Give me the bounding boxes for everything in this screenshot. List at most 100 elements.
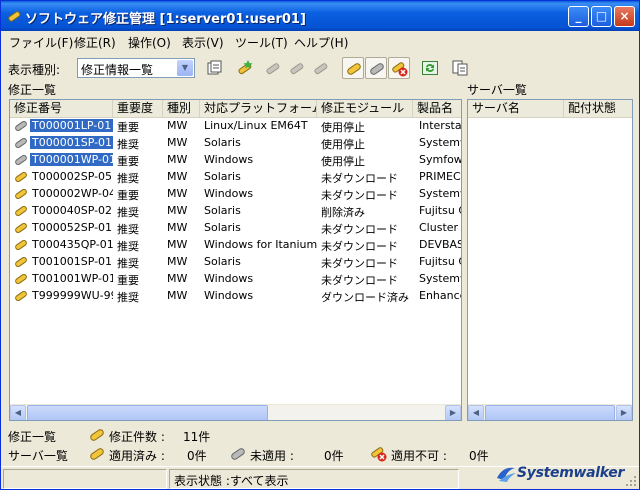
chevron-down-icon[interactable]: ▼ [177,60,193,76]
cell-patch-id: T000001LP-01 [30,119,113,132]
column-platform[interactable]: 対応プラットフォーム [200,100,317,118]
display-state-text: 表示状態 :すべて表示 [174,474,289,488]
column-importance[interactable]: 重要度 [113,100,163,118]
scroll-thumb[interactable] [27,405,268,420]
scroll-right-icon[interactable]: ▶ [616,405,632,420]
apply-patch-tool-button[interactable] [262,57,284,79]
column-server-name[interactable]: サーバ名 [468,100,564,118]
resize-grip-icon[interactable] [625,475,637,487]
column-distribution-status[interactable]: 配付状態 [564,100,632,118]
cell-importance: 重要 [117,189,139,202]
cell-importance: 推奨 [117,240,139,253]
cell-type: MW [167,238,188,251]
table-row[interactable]: T000052SP-01 推奨 MW Solaris 未ダウンロード Cluster [10,220,461,237]
maximize-button[interactable]: □ [591,6,612,27]
yellow-patch-icon [15,188,27,200]
column-module[interactable]: 修正モジュール [317,100,413,118]
add-patch-tool-button[interactable] [234,57,256,79]
cell-product: Systemwalker [419,187,461,200]
status-panel-display-state: 表示状態 :すべて表示 [169,469,459,489]
table-row[interactable]: T000001SP-01 推奨 MW Solaris 使用停止 Systemwalker [10,135,461,152]
gray-patch-icon [15,120,27,132]
scroll-left-icon[interactable]: ◀ [468,405,484,420]
filter-notapplicable-toggle[interactable] [388,57,410,79]
column-type[interactable]: 種別 [163,100,200,118]
cell-patch-id: T000040SP-02 [32,204,113,217]
cell-product: Fujitsu C [419,255,462,268]
table-row[interactable]: T001001SP-01 推奨 MW Solaris 未ダウンロード Fujitsu C [10,254,462,271]
table-row[interactable]: T000002SP-05 推奨 MW Solaris 未ダウンロード PRIMECLUST… [10,169,461,186]
cell-module: 使用停止 [321,138,365,151]
logo-text: Systemwalker [517,465,625,481]
properties-icon [207,60,222,75]
cell-product: Cluster [419,221,459,234]
menu-view[interactable]: 表示(V) [182,34,224,51]
filter-applied-toggle[interactable] [342,57,364,79]
filter-unapplied-toggle[interactable] [365,57,387,79]
cell-type: MW [167,136,188,149]
cell-module: 未ダウンロード [321,189,398,202]
close-button[interactable]: × [614,6,635,27]
panel-splitter[interactable] [462,100,466,420]
minimize-button[interactable]: _ [568,6,589,27]
unapplied-patch-icon [231,448,245,460]
cell-platform: Windows [204,153,254,166]
table-row[interactable]: T000001WP-01 重要 MW Windows 使用停止 Symfoware [10,152,461,169]
scroll-right-icon[interactable]: ▶ [445,405,461,420]
cell-platform: Solaris [204,221,241,234]
column-product[interactable]: 製品名 [413,100,461,118]
cell-importance: 推奨 [117,257,139,270]
summary-unapplied-count: 0件 [324,449,344,463]
cell-platform: Windows [204,272,254,285]
yellow-patch-icon [15,205,27,217]
cell-module: 未ダウンロード [321,172,398,185]
table-row[interactable]: T000040SP-02 推奨 MW Solaris 削除済み Fujitsu C [10,203,461,220]
summary-unapplied-label: 未適用 : [250,449,294,463]
title-bar[interactable]: ソフトウェア修正管理 [1:server01:user01] _ □ × [1,1,639,31]
cell-platform: Solaris [204,204,241,217]
menu-patch[interactable]: 修正(R) [74,34,116,51]
menu-file[interactable]: ファイル(F) [9,34,73,51]
cell-module: 使用停止 [321,121,365,134]
refresh-tool-button[interactable] [419,57,441,79]
cell-patch-id: T000002WP-04 [32,187,113,200]
yellow-patch-icon [90,429,104,441]
server-list-hscrollbar[interactable]: ◀ ▶ [468,404,632,420]
display-type-select[interactable]: 修正情報一覧 ▼ [77,58,195,78]
cell-patch-id: T000002SP-05 [32,170,113,183]
gray-patch-icon [370,63,384,75]
notapplicable-patch-icon [371,447,387,462]
table-row[interactable]: T001001WP-01 重要 MW Windows 未ダウンロード Systemwalk… [10,271,461,288]
export-tool-button[interactable] [449,57,471,79]
systemwalker-logo: Systemwalker [495,462,625,486]
remove-patch-tool-button[interactable] [310,57,332,79]
patch-list-hscrollbar[interactable]: ◀ ▶ [10,404,461,420]
cell-importance: 推奨 [117,223,139,236]
download-patch-tool-button[interactable] [286,57,308,79]
menu-tools[interactable]: ツール(T) [235,34,288,51]
yellow-patch-icon [15,290,27,302]
cell-importance: 推奨 [117,206,139,219]
scroll-left-icon[interactable]: ◀ [10,405,26,420]
systemwalker-logo-icon [497,467,516,482]
cell-product: Enhanced [419,289,461,302]
menu-operation[interactable]: 操作(O) [128,34,171,51]
cell-patch-id: T999999WU-99 [32,289,113,302]
table-row[interactable]: T000435QP-01 推奨 MW Windows for Itanium 未ダウンロ… [10,237,461,254]
table-row[interactable]: T000001LP-01 重要 MW Linux/Linux EM64T 使用停止 Int… [10,118,461,135]
cell-platform: Solaris [204,170,241,183]
cell-type: MW [167,170,188,183]
cell-patch-id: T001001WP-01 [32,272,113,285]
cell-patch-id: T000052SP-01 [32,221,113,234]
server-list[interactable]: サーバ名 配付状態 ◀ ▶ [467,99,633,421]
cell-module: ダウンロード済み [321,291,409,304]
properties-tool-button[interactable] [203,57,225,79]
menu-help[interactable]: ヘルプ(H) [294,34,348,51]
table-row[interactable]: T000002WP-04 重要 MW Windows 未ダウンロード Systemwalk… [10,186,461,203]
patch-list[interactable]: 修正番号 重要度 種別 対応プラットフォーム 修正モジュール 製品名 T0000… [9,99,462,421]
column-patch-id[interactable]: 修正番号 [10,100,113,118]
scroll-thumb[interactable] [485,405,615,420]
summary-server-label: サーバ一覧 [8,449,68,463]
table-row[interactable]: T999999WU-99 推奨 MW Windows ダウンロード済み Enhanced [10,288,461,305]
apply-patch-disabled-icon [266,63,280,75]
